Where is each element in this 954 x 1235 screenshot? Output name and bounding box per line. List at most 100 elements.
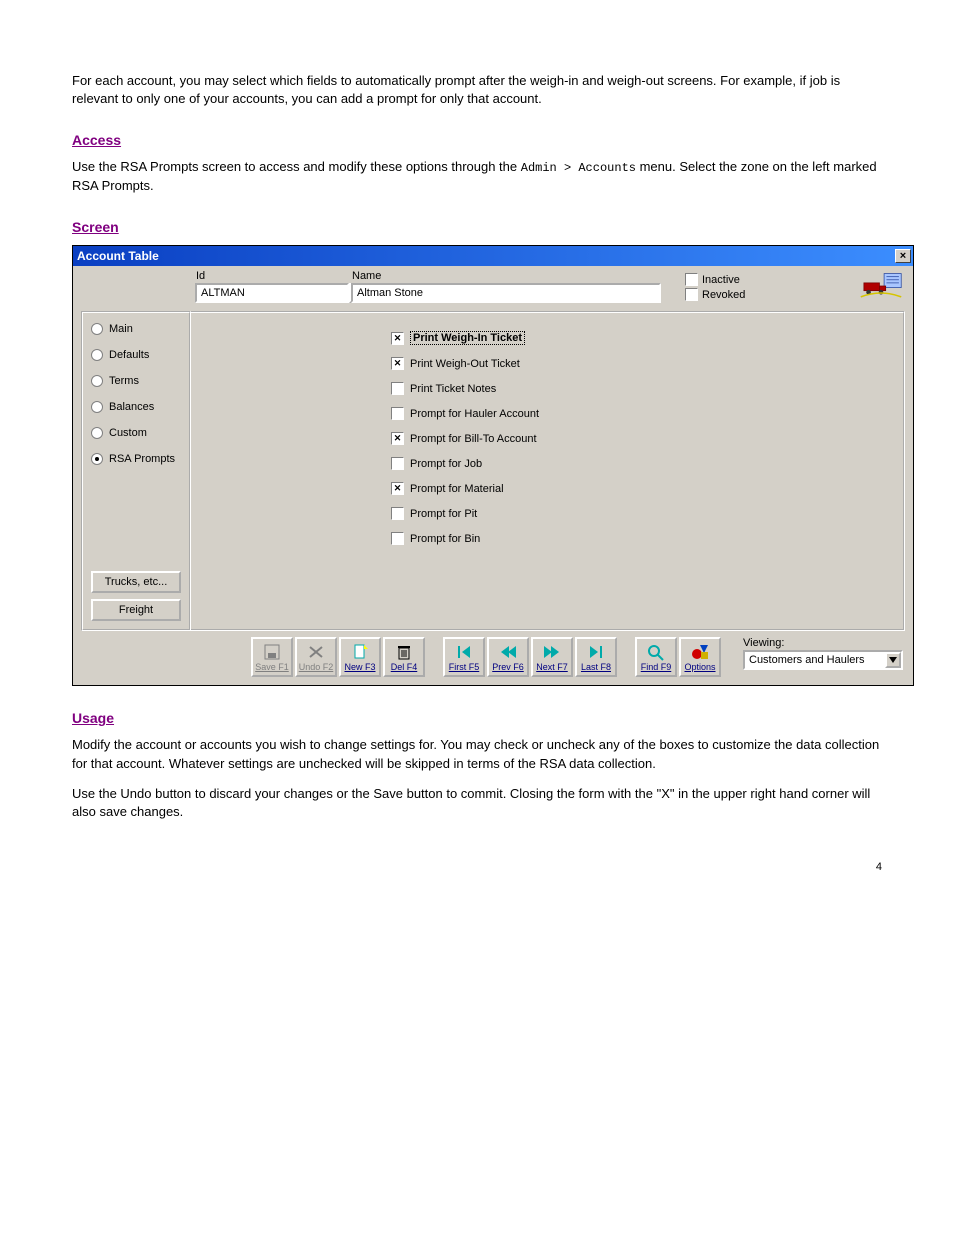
sidebar-item-label: Balances [109,401,154,413]
first-button[interactable]: First F5 [443,637,485,677]
inactive-label: Inactive [702,274,740,286]
next-button[interactable]: Next F7 [531,637,573,677]
sidebar-item-balances[interactable]: Balances [91,401,181,413]
save-icon [262,643,282,661]
options-button[interactable]: Options [679,637,721,677]
checkbox-print-weigh-in[interactable] [391,332,404,345]
id-label: Id [195,270,343,282]
sidebar-item-main[interactable]: Main [91,323,181,335]
prompt-label: Print Weigh-Out Ticket [410,358,520,370]
id-input[interactable] [195,283,349,303]
checkbox-prompt-pit[interactable] [391,507,404,520]
save-button[interactable]: Save F1 [251,637,293,677]
magnifier-icon [646,643,666,661]
dropdown-arrow [885,652,901,668]
truck-receipt-icon [857,272,905,300]
toolbar: Save F1 Undo F2 New F3 Del F4 [81,637,905,677]
checkbox-prompt-job[interactable] [391,457,404,470]
del-button[interactable]: Del F4 [383,637,425,677]
prompts-panel: Print Weigh-In Ticket Print Weigh-Out Ti… [191,311,905,631]
prev-icon [498,643,518,661]
toolbar-label: Save F1 [255,662,289,672]
radio-icon [91,375,103,387]
viewing-select[interactable]: Customers and Haulers [743,650,903,670]
viewing-label: Viewing: [743,637,903,649]
prompt-label: Prompt for Job [410,458,482,470]
last-icon [586,643,606,661]
chevron-down-icon [889,657,897,663]
checkbox-prompt-bin[interactable] [391,532,404,545]
prompt-label: Prompt for Material [410,483,504,495]
options-icon [690,643,710,661]
toolbar-label: Options [684,662,715,672]
sidebar: Main Defaults Terms Balances [81,311,191,631]
revoked-label: Revoked [702,289,745,301]
next-icon [542,643,562,661]
inactive-checkbox[interactable] [685,273,698,286]
last-button[interactable]: Last F8 [575,637,617,677]
radio-icon [91,349,103,361]
prompt-label: Prompt for Bin [410,533,480,545]
sidebar-item-label: Terms [109,375,139,387]
checkbox-print-weigh-out[interactable] [391,357,404,370]
titlebar: Account Table × [73,246,913,266]
sidebar-item-label: Custom [109,427,147,439]
toolbar-label: Undo F2 [299,662,334,672]
heading-usage: Usage [72,710,882,726]
checkbox-prompt-billto[interactable] [391,432,404,445]
freight-button[interactable]: Freight [91,599,181,621]
paragraph-access: Use the RSA Prompts screen to access and… [72,158,882,195]
paragraph-usage-2: Use the Undo button to discard your chan… [72,785,882,821]
first-icon [454,643,474,661]
prompt-label: Print Weigh-In Ticket [410,331,525,345]
heading-screen: Screen [72,219,882,235]
radio-icon [91,427,103,439]
checkbox-print-ticket-notes[interactable] [391,382,404,395]
undo-icon [306,643,326,661]
sidebar-item-custom[interactable]: Custom [91,427,181,439]
prompt-label: Prompt for Bill-To Account [410,433,537,445]
prompt-label: Prompt for Hauler Account [410,408,539,420]
prompt-label: Prompt for Pit [410,508,477,520]
toolbar-label: New F3 [344,662,375,672]
toolbar-label: Prev F6 [492,662,524,672]
checkbox-prompt-hauler[interactable] [391,407,404,420]
close-button[interactable]: × [895,249,911,263]
trash-icon [394,643,414,661]
trucks-button[interactable]: Trucks, etc... [91,571,181,593]
toolbar-label: Next F7 [536,662,568,672]
menu-path-text: Admin > Accounts [521,161,636,175]
page-number: 4 [72,861,882,873]
window-title: Account Table [77,249,159,263]
sidebar-item-terms[interactable]: Terms [91,375,181,387]
viewing-value: Customers and Haulers [749,654,865,666]
paragraph-intro: For each account, you may select which f… [72,72,882,108]
radio-icon [91,323,103,335]
sidebar-item-defaults[interactable]: Defaults [91,349,181,361]
undo-button[interactable]: Undo F2 [295,637,337,677]
toolbar-label: Find F9 [641,662,672,672]
sidebar-item-rsa-prompts[interactable]: RSA Prompts [91,453,181,465]
prev-button[interactable]: Prev F6 [487,637,529,677]
name-input[interactable] [351,283,661,303]
toolbar-label: Del F4 [391,662,418,672]
sidebar-item-label: Main [109,323,133,335]
toolbar-label: Last F8 [581,662,611,672]
new-icon [350,643,370,661]
revoked-checkbox[interactable] [685,288,698,301]
radio-icon [91,453,103,465]
access-prefix-text: Use the RSA Prompts screen to access and… [72,159,521,174]
heading-access: Access [72,132,882,148]
sidebar-item-label: RSA Prompts [109,453,175,465]
new-button[interactable]: New F3 [339,637,381,677]
toolbar-label: First F5 [449,662,480,672]
account-table-window: Account Table × Id [72,245,914,686]
paragraph-usage-1: Modify the account or accounts you wish … [72,736,882,772]
checkbox-prompt-material[interactable] [391,482,404,495]
sidebar-item-label: Defaults [109,349,149,361]
find-button[interactable]: Find F9 [635,637,677,677]
close-icon: × [900,251,906,262]
prompt-label: Print Ticket Notes [410,383,496,395]
radio-icon [91,401,103,413]
name-label: Name [351,270,661,282]
